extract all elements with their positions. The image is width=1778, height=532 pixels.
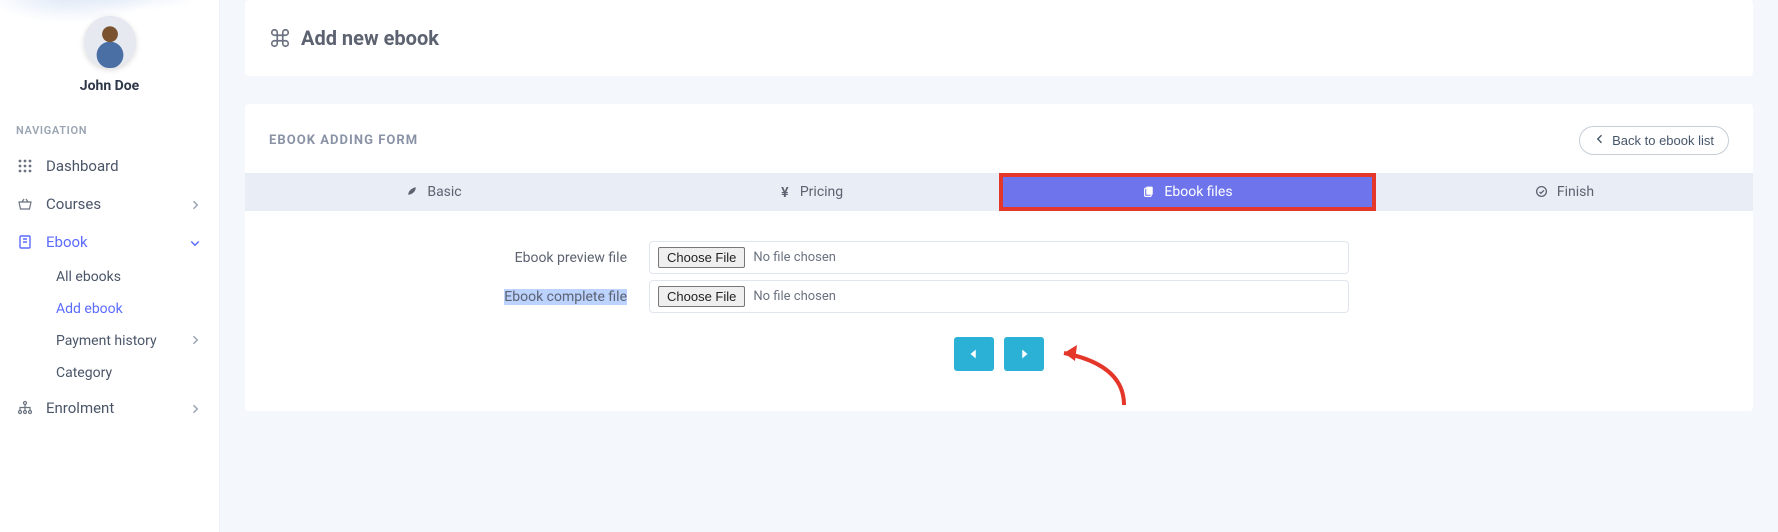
arrow-left-icon [967,347,981,361]
chevron-right-icon [189,197,203,211]
sidebar-item-label: Enrolment [46,399,114,417]
arrow-right-icon [1017,347,1031,361]
leaf-icon [405,185,419,199]
tab-finish[interactable]: Finish [1376,173,1753,211]
label-preview-file: Ebook preview file [269,250,649,266]
command-icon [269,27,291,49]
basket-icon [16,195,34,213]
tab-label: Finish [1557,184,1594,200]
tab-label: Pricing [800,184,843,200]
form-panel: EBOOK ADDING FORM Back to ebook list Bas… [245,104,1753,411]
yen-icon: ¥ [778,185,792,199]
sidebar-item-label: All ebooks [56,269,121,285]
nav-header: NAVIGATION [16,124,219,137]
form-body: Ebook preview file Choose File No file c… [245,211,1753,381]
back-to-list-button[interactable]: Back to ebook list [1579,126,1729,155]
chevron-right-icon [189,401,203,415]
sidebar-item-label: Category [56,365,112,381]
file-status: No file chosen [753,289,836,304]
choose-file-button[interactable]: Choose File [658,286,745,307]
grid-icon [16,157,34,175]
chevron-right-icon [189,334,203,348]
tab-ebook-files[interactable]: Ebook files [999,173,1376,211]
page-header: Add new ebook [245,0,1753,76]
row-complete-file: Ebook complete file Choose File No file … [269,280,1729,313]
form-tabs: Basic ¥ Pricing Ebook files Finish [245,173,1753,211]
wizard-nav [269,337,1729,371]
sidebar-item-enrolment[interactable]: Enrolment [0,389,219,427]
label-complete-file: Ebook complete file [269,289,649,305]
choose-file-button[interactable]: Choose File [658,247,745,268]
sidebar: John Doe NAVIGATION Dashboard [0,0,220,532]
tab-pricing[interactable]: ¥ Pricing [622,173,999,211]
org-icon [16,399,34,417]
sidebar-item-courses[interactable]: Courses [0,185,219,223]
file-input-preview[interactable]: Choose File No file chosen [649,241,1349,274]
chevron-down-icon [189,235,203,249]
user-block: John Doe [0,0,219,94]
sidebar-sub-payment-history[interactable]: Payment history [0,325,219,357]
sidebar-item-label: Payment history [56,333,157,349]
annotation-arrow-icon [1049,335,1149,415]
prev-step-button[interactable] [954,337,994,371]
page-title: Add new ebook [301,26,439,50]
sidebar-item-label: Dashboard [46,157,119,175]
tab-label: Ebook files [1164,184,1232,200]
form-title: EBOOK ADDING FORM [269,133,418,148]
next-step-button[interactable] [1004,337,1044,371]
user-name: John Doe [80,78,139,94]
avatar[interactable] [84,16,136,68]
sidebar-sub-category[interactable]: Category [0,357,219,389]
sidebar-sub-add-ebook[interactable]: Add ebook [0,293,219,325]
tab-basic[interactable]: Basic [245,173,622,211]
sidebar-item-ebook[interactable]: Ebook [0,223,219,261]
file-status: No file chosen [753,250,836,265]
back-button-label: Back to ebook list [1612,133,1714,148]
files-icon [1142,185,1156,199]
arrow-left-icon [1594,133,1606,148]
tab-label: Basic [427,184,461,200]
check-circle-icon [1535,185,1549,199]
sidebar-item-label: Ebook [46,233,88,251]
sidebar-item-label: Courses [46,195,101,213]
sidebar-item-label: Add ebook [56,301,123,317]
sidebar-sub-all-ebooks[interactable]: All ebooks [0,261,219,293]
sidebar-item-dashboard[interactable]: Dashboard [0,147,219,185]
book-icon [16,233,34,251]
main-content: Add new ebook EBOOK ADDING FORM Back to … [220,0,1778,532]
row-preview-file: Ebook preview file Choose File No file c… [269,241,1729,274]
file-input-complete[interactable]: Choose File No file chosen [649,280,1349,313]
